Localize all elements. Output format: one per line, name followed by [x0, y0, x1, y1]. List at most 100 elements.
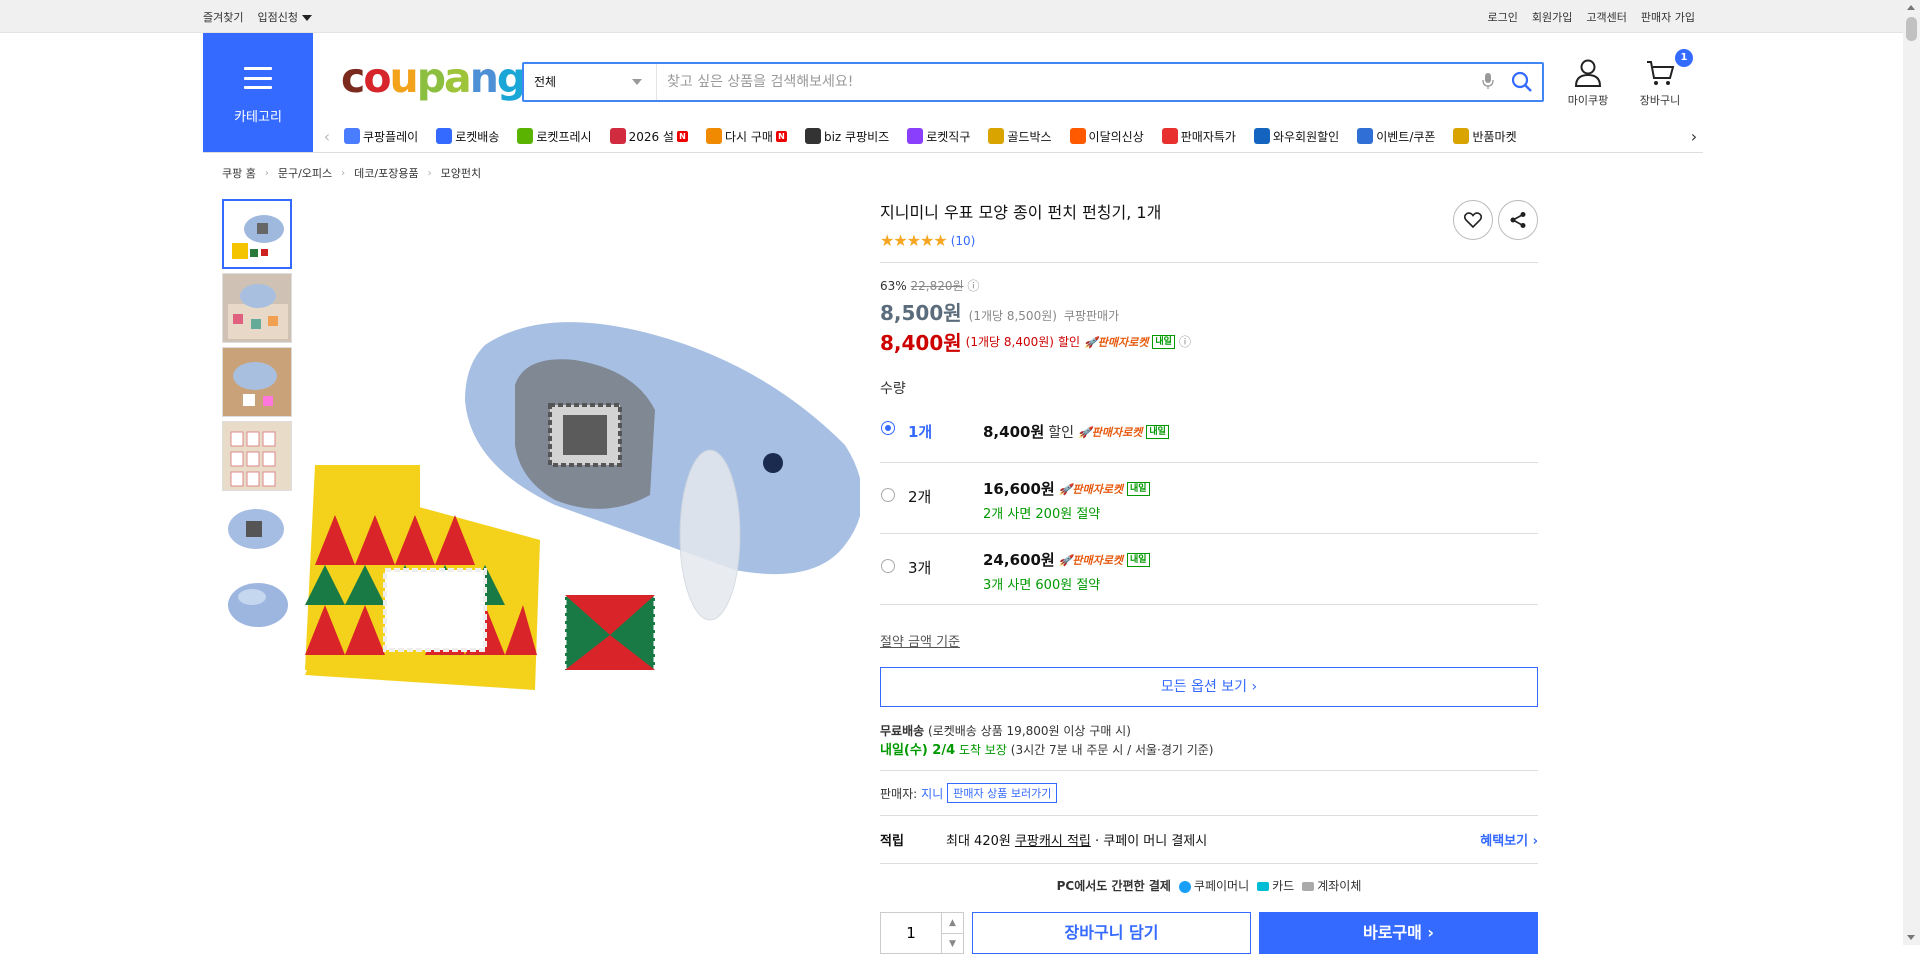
info-icon[interactable]: ⓘ — [1179, 333, 1191, 350]
reward-amount: 최대 420원 — [946, 834, 1011, 849]
discount-rate: 63% — [880, 279, 907, 293]
breadcrumb-item-home[interactable]: 쿠팡 홈 — [222, 165, 256, 181]
share-button[interactable] — [1498, 200, 1538, 240]
option-savings: 2개 사면 200원 절약 — [983, 507, 1101, 522]
option-row[interactable]: 3개 24,600원 🚀판매자로켓 내일 3개 사면 600원 절약 — [880, 534, 1538, 605]
chevron-right-icon: › — [264, 167, 269, 179]
seller-rocket-badge: 🚀판매자로켓 — [1084, 335, 1149, 349]
review-count[interactable]: (10) — [951, 234, 976, 248]
nav-item[interactable]: 반품마켓 — [1453, 128, 1517, 145]
page-scrollbar[interactable] — [1903, 0, 1920, 945]
nav-item-icon — [517, 128, 534, 144]
product-thumbnail[interactable] — [222, 495, 292, 565]
nav-item[interactable]: 골드박스 — [988, 128, 1052, 145]
nav-item[interactable]: 로켓배송 — [436, 128, 499, 145]
info-icon[interactable]: ⓘ — [967, 279, 979, 293]
benefits-link[interactable]: 혜택보기 › — [1480, 830, 1538, 849]
option-radio[interactable] — [881, 488, 895, 502]
product-main-image — [305, 315, 863, 690]
nav-item[interactable]: 로켓직구 — [907, 128, 970, 145]
nav-item[interactable]: 로켓프레시 — [517, 128, 592, 145]
nav-item[interactable]: 다시 구매 N — [705, 128, 787, 145]
nav-item-label: biz 쿠팡비즈 — [823, 129, 890, 144]
arrival-guarantee: 도착 보장 — [958, 743, 1007, 757]
coupang-cash-link[interactable]: 쿠팡캐시 적립 — [1015, 830, 1091, 849]
search-input[interactable] — [657, 64, 1474, 100]
nav-next-icon[interactable]: › — [1685, 127, 1703, 146]
rating[interactable]: ★★★★★ (10) — [880, 231, 1538, 250]
product-thumbnail[interactable] — [222, 421, 292, 491]
rating-stars: ★★★★★ — [880, 231, 948, 250]
nav-item[interactable]: 2026 설N — [609, 128, 688, 145]
nav-item-icon — [344, 128, 360, 144]
search-scope-select[interactable]: 전체 — [524, 64, 657, 100]
microphone-icon[interactable] — [1474, 72, 1502, 93]
option-row[interactable]: 1개 8,400원 할인 🚀판매자로켓 내일 — [880, 415, 1538, 463]
product-thumbnail[interactable] — [222, 347, 292, 417]
chevron-down-icon — [632, 79, 642, 85]
coupang-logo[interactable]: coupang — [341, 54, 526, 102]
add-to-cart-button[interactable]: 장바구니 담기 — [972, 912, 1251, 954]
cart-count-badge: 1 — [1675, 49, 1693, 67]
search-button[interactable] — [1502, 71, 1542, 93]
store-apply-dropdown[interactable]: 입점신청 — [257, 9, 312, 25]
shipping-info: 무료배송 (로켓배송 상품 19,800원 이상 구매 시) 내일(수) 2/4… — [880, 722, 1538, 760]
all-options-button[interactable]: 모든 옵션 보기 › — [880, 667, 1538, 707]
nav-item[interactable]: 이달의신상 — [1069, 128, 1144, 145]
category-menu-button[interactable]: 카테고리 — [203, 33, 313, 152]
quantity-stepper: ▲▼ — [880, 912, 964, 954]
chevron-right-icon: › — [341, 167, 346, 179]
login-link[interactable]: 로그인 — [1488, 9, 1518, 25]
cart-icon — [1647, 61, 1675, 85]
support-link[interactable]: 고객센터 — [1586, 9, 1626, 25]
option-radio[interactable] — [881, 421, 895, 435]
bank-transfer: 계좌이체 — [1302, 877, 1361, 894]
new-badge: N — [676, 130, 688, 142]
nav-item-icon — [705, 128, 722, 144]
breadcrumb-item-shape-punch[interactable]: 모양펀치 — [441, 165, 481, 181]
breadcrumb-item-stationery[interactable]: 문구/오피스 — [278, 165, 332, 181]
tomorrow-badge: 내일 — [1146, 424, 1169, 439]
nav-item[interactable]: 판매자특가 — [1161, 128, 1236, 145]
chevron-right-icon: › — [427, 167, 432, 179]
product-thumbnail[interactable] — [222, 273, 292, 343]
product-thumbnail[interactable] — [222, 569, 292, 639]
quantity-down-icon[interactable]: ▼ — [942, 933, 963, 954]
mypage-button[interactable]: 마이쿠팡 — [1559, 58, 1617, 108]
cart-button[interactable]: 장바구니 1 — [1631, 49, 1693, 108]
nav-item-label: 이벤트/쿠폰 — [1376, 129, 1436, 144]
pay-title: PC에서도 간편한 결제 — [1056, 879, 1171, 893]
buy-now-button[interactable]: 바로구매 › — [1259, 912, 1538, 954]
seller-name-link[interactable]: 지니 — [921, 785, 943, 802]
quantity-input[interactable] — [881, 913, 941, 953]
nav-prev-icon[interactable]: ‹ — [318, 127, 336, 146]
price-tag: 쿠팡판매가 — [1063, 309, 1120, 323]
option-row[interactable]: 2개 16,600원 🚀판매자로켓 내일 2개 사면 200원 절약 — [880, 463, 1538, 534]
nav-item-icon — [1069, 128, 1086, 144]
search-icon — [1511, 71, 1532, 92]
seller-products-link[interactable]: 판매자 상품 보러가기 — [947, 783, 1058, 803]
quantity-up-icon[interactable]: ▲ — [942, 913, 963, 933]
nav-item[interactable]: biz 쿠팡비즈 — [804, 128, 890, 145]
coupay-money: 쿠페이머니 — [1178, 877, 1249, 894]
nav-item-label: 로켓배송 — [455, 129, 500, 144]
seller-label: 판매자: — [880, 786, 918, 801]
user-icon — [1574, 59, 1602, 87]
signup-link[interactable]: 회원가입 — [1532, 9, 1572, 25]
breadcrumb-item-deco[interactable]: 데코/포장용품 — [354, 165, 418, 181]
product-thumbnail[interactable] — [222, 199, 292, 269]
nav-item[interactable]: 와우회원할인 — [1253, 128, 1339, 145]
wishlist-button[interactable] — [1453, 200, 1493, 240]
nav-item-label: 로켓프레시 — [536, 129, 592, 144]
favorites-link[interactable]: 즐겨찾기 — [203, 9, 243, 25]
search-scope-value: 전체 — [534, 75, 557, 89]
nav-item[interactable]: 이벤트/쿠폰 — [1357, 128, 1435, 145]
nav-item[interactable]: 쿠팡플레이 — [344, 128, 418, 145]
header-divider — [203, 152, 1703, 153]
option-radio[interactable] — [881, 559, 895, 573]
caret-down-icon — [301, 14, 312, 21]
savings-standard-link[interactable]: 절약 금액 기준 — [880, 631, 1538, 650]
seller-join-link[interactable]: 판매자 가입 — [1641, 9, 1695, 25]
heart-icon — [1464, 212, 1482, 228]
unit-price: (1개당 8,500원) — [968, 309, 1057, 323]
